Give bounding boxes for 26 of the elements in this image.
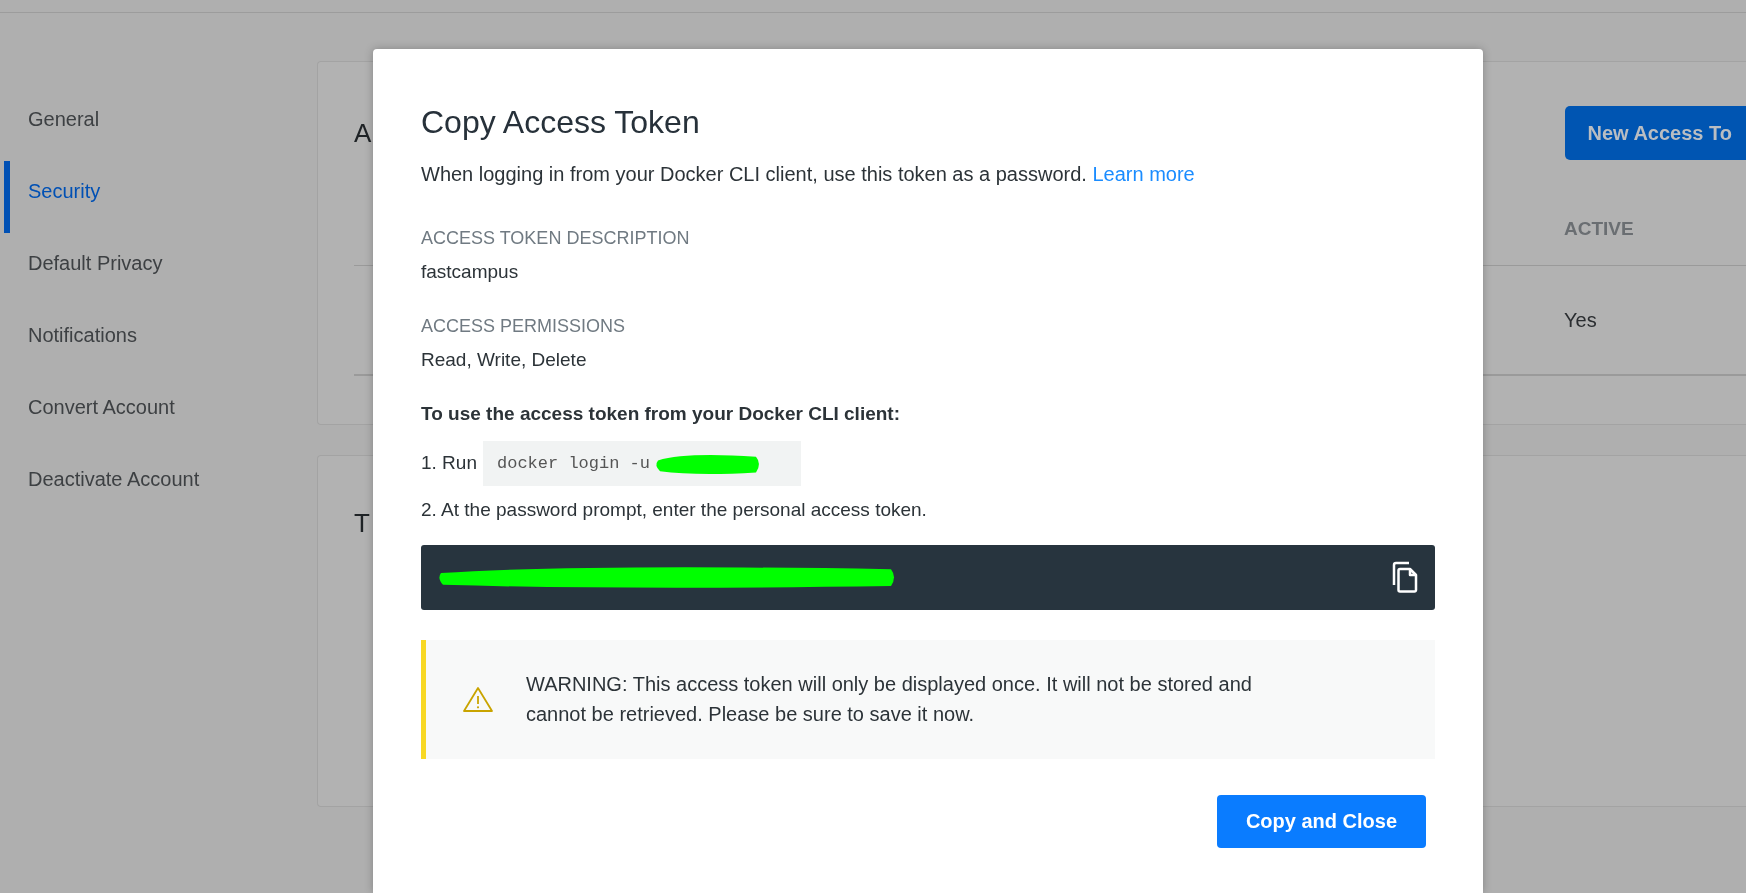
card-title: A — [354, 116, 372, 150]
field-label: ACCESS TOKEN DESCRIPTION — [421, 227, 691, 251]
dialog-description: When logging in from your Docker CLI client, use this token as a password. Learn more — [421, 162, 1196, 188]
field-value: Read, Write, Delete — [421, 347, 588, 372]
sidebar-item[interactable]: Default Privacy — [0, 233, 317, 305]
copy-icon[interactable] — [1391, 561, 1419, 594]
sidebar-item[interactable]: Deactivate Account — [0, 449, 317, 521]
step-text: 1. Run — [421, 451, 477, 476]
copy-and-close-button[interactable]: Copy and Close — [1217, 794, 1426, 848]
command-text: docker login -u — [497, 452, 650, 475]
sidebar-item[interactable]: Security — [0, 161, 317, 233]
field-value: fastcampus — [421, 260, 520, 285]
instructions-heading: To use the access token from your Docker CLI client: — [421, 402, 901, 427]
sidebar-item[interactable]: Notifications — [0, 305, 317, 377]
field-label: ACCESS PERMISSIONS — [421, 314, 627, 338]
dialog-title: Copy Access Token — [421, 103, 701, 142]
column-header: ACTIVE — [1564, 217, 1634, 242]
warning-icon — [462, 685, 494, 713]
card-title: T — [354, 507, 370, 540]
warning-text: WARNING: This access token will only be displayed once. It will not be stored and cannot be retrieved. Please be sure to save it now. — [526, 672, 1253, 728]
table-cell-text: Yes — [1564, 308, 1597, 333]
learn-more-link[interactable]: Learn more — [1092, 163, 1195, 186]
new-token-button[interactable]: New Access To — [1565, 106, 1746, 160]
step-text: 2. At the password prompt, enter the personal access token. — [421, 498, 928, 523]
sidebar-item[interactable]: General — [0, 89, 317, 161]
sidebar-item[interactable]: Convert Account — [0, 377, 317, 449]
